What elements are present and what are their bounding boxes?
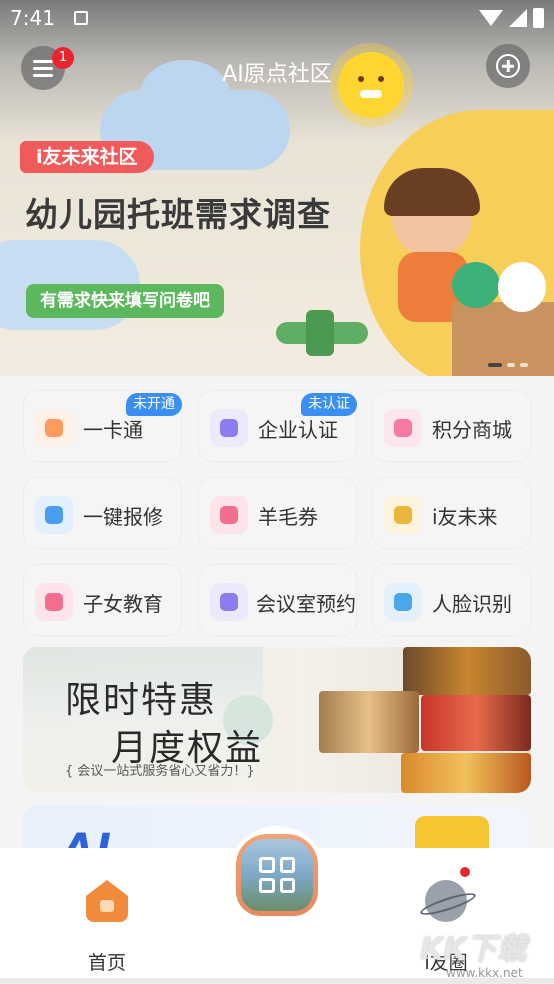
service-label: i友未来 bbox=[432, 505, 498, 529]
promo-subtitle: { 会议一站式服务省心又省力！} bbox=[65, 764, 255, 779]
watermark-logo: KK下载 bbox=[420, 932, 527, 967]
bunny-toy-illustration bbox=[498, 262, 546, 312]
status-time: 7:41 bbox=[10, 6, 55, 30]
status-badge: 未认证 bbox=[301, 393, 357, 416]
card-icon bbox=[35, 409, 73, 447]
app-screen: i友未来社区 幼儿园托班需求调查 有需求快来填写问卷吧 7:41 1 AI原点社… bbox=[0, 0, 554, 984]
enterprise-icon bbox=[210, 409, 248, 447]
service-label: 羊毛券 bbox=[258, 505, 318, 529]
toy-plane-illustration bbox=[276, 310, 368, 356]
gesture-bar bbox=[0, 978, 554, 984]
coupon-icon bbox=[210, 496, 248, 534]
service-card[interactable]: 羊毛券 bbox=[198, 477, 357, 549]
food-photo bbox=[403, 647, 531, 695]
service-label: 人脸识别 bbox=[432, 592, 512, 616]
service-label: 子女教育 bbox=[83, 592, 163, 616]
meeting-board-icon bbox=[210, 583, 248, 621]
promo-title-line1: 限时特惠 bbox=[65, 680, 218, 721]
service-label: 一键报修 bbox=[83, 505, 163, 529]
service-card[interactable]: 积分商城 bbox=[372, 390, 531, 462]
graduation-cap-icon bbox=[35, 583, 73, 621]
home-icon bbox=[86, 880, 128, 922]
service-card[interactable]: 一键报修 bbox=[23, 477, 182, 549]
service-card[interactable]: 人脸识别 bbox=[372, 564, 531, 636]
service-label: 一卡通 bbox=[83, 418, 143, 442]
wifi-icon bbox=[479, 10, 503, 26]
hero-cta: 有需求快来填写问卷吧 bbox=[26, 284, 224, 318]
carousel-dot-active[interactable] bbox=[488, 363, 502, 367]
scan-qr-button[interactable] bbox=[236, 834, 318, 916]
service-card[interactable]: i友未来 bbox=[372, 477, 531, 549]
carousel-indicator[interactable] bbox=[488, 363, 528, 367]
battery-icon bbox=[533, 8, 544, 28]
carousel-dot[interactable] bbox=[507, 363, 515, 367]
service-label: 企业认证 bbox=[258, 418, 338, 442]
planet-icon bbox=[425, 880, 467, 922]
carousel-dot[interactable] bbox=[520, 363, 528, 367]
building-photo bbox=[241, 839, 313, 911]
tab-home[interactable]: 首页 bbox=[57, 880, 157, 975]
food-photo bbox=[421, 695, 531, 751]
child-illustration bbox=[384, 168, 480, 258]
status-badge: 未开通 bbox=[126, 393, 182, 416]
hero-tag: i友未来社区 bbox=[20, 141, 154, 173]
food-photo bbox=[319, 691, 419, 753]
hero-headline: 幼儿园托班需求调查 bbox=[25, 195, 331, 234]
service-card[interactable]: 一卡通 未开通 bbox=[23, 390, 182, 462]
status-icons bbox=[479, 8, 544, 28]
shop-bag-icon bbox=[384, 409, 422, 447]
repair-tools-icon bbox=[35, 496, 73, 534]
status-bar: 7:41 bbox=[0, 0, 554, 36]
service-card[interactable]: 会议室预约 bbox=[198, 564, 357, 636]
service-card[interactable]: 子女教育 bbox=[23, 564, 182, 636]
dinosaur-toy-illustration bbox=[452, 262, 500, 308]
food-photo bbox=[401, 753, 531, 793]
qr-code-icon bbox=[259, 857, 295, 893]
unread-dot bbox=[460, 867, 470, 877]
service-card[interactable]: 企业认证 未认证 bbox=[198, 390, 357, 462]
ai-logo-icon bbox=[384, 496, 422, 534]
service-label: 会议室预约 bbox=[256, 592, 356, 616]
page-title: AI原点社区 bbox=[222, 62, 332, 87]
promo-banner[interactable]: 限时特惠 月度权益 { 会议一站式服务省心又省力！} bbox=[23, 647, 531, 793]
notification-badge: 1 bbox=[52, 47, 74, 69]
notification-icon bbox=[74, 11, 88, 25]
signal-icon bbox=[509, 9, 527, 27]
face-scan-icon bbox=[384, 583, 422, 621]
tab-label: 首页 bbox=[87, 952, 126, 974]
service-label: 积分商城 bbox=[432, 418, 512, 442]
